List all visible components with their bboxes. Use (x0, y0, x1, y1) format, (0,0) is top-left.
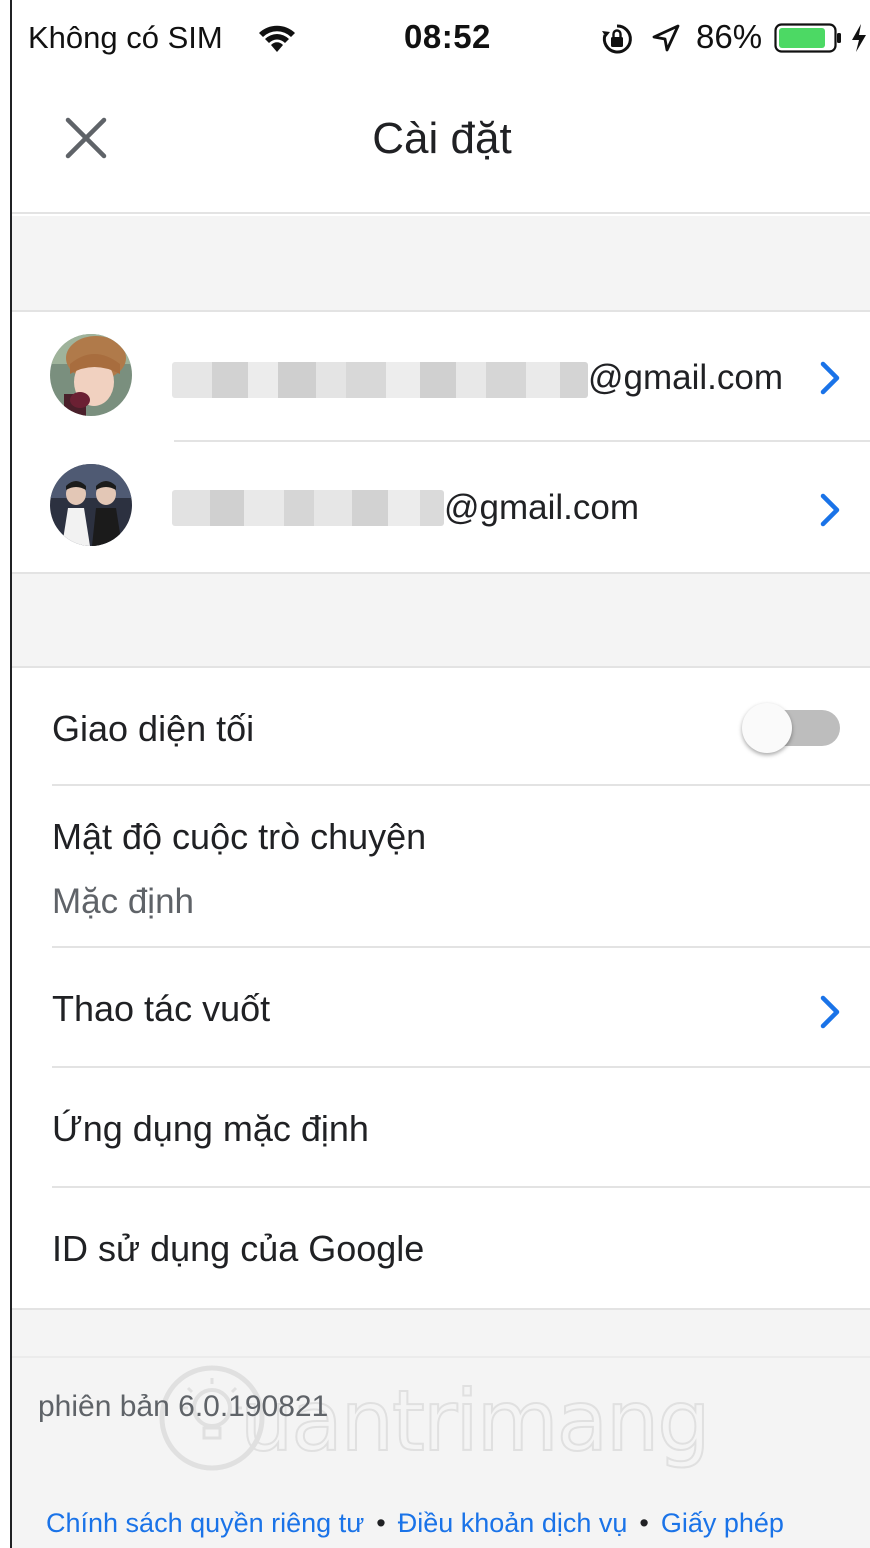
account-email: @gmail.com (444, 488, 640, 527)
setting-label: Ứng dụng mặc định (52, 1108, 369, 1149)
chevron-right-icon (820, 361, 840, 395)
setting-default-apps[interactable]: Ứng dụng mặc định (12, 1070, 870, 1188)
clock: 08:52 (404, 18, 491, 55)
footer-links: Chính sách quyền riêng tư • Điều khoản dịc… (46, 1508, 784, 1539)
divider (174, 440, 870, 442)
battery-percent: 86% (696, 18, 763, 55)
licenses-link[interactable]: Giấy phép (661, 1508, 784, 1538)
location-icon (652, 24, 680, 52)
setting-value: Mặc định (52, 882, 195, 921)
link-separator: • (639, 1508, 649, 1538)
privacy-policy-link[interactable]: Chính sách quyền riêng tư (46, 1508, 364, 1538)
status-bar: Không có SIM 08:52 86% (12, 0, 870, 80)
divider (52, 946, 870, 948)
divider (52, 1186, 870, 1188)
divider (52, 1066, 870, 1068)
avatar (50, 464, 132, 546)
battery-icon (774, 23, 841, 53)
chevron-right-icon (820, 995, 840, 1029)
setting-label: Thao tác vuốt (52, 988, 271, 1029)
account-email: @gmail.com (588, 358, 784, 397)
setting-label: ID sử dụng của Google (52, 1228, 425, 1269)
chevron-right-icon (820, 493, 840, 527)
charging-icon (852, 24, 866, 52)
link-separator: • (376, 1508, 386, 1538)
setting-label: Giao diện tối (52, 708, 255, 749)
divider (12, 1356, 870, 1358)
redacted-email-username (172, 490, 444, 526)
version-number: 6.0.190821 (178, 1390, 329, 1423)
page-title: Cài đặt (372, 114, 512, 163)
carrier-label: Không có SIM (28, 20, 223, 55)
footer: uantrimang phiên bản 6.0.190821 Chính sá… (12, 1308, 870, 1548)
version-label: phiên bản (38, 1390, 170, 1423)
dark-theme-toggle[interactable] (742, 703, 842, 753)
app-header: Cài đặt (12, 80, 870, 214)
settings-screen: Không có SIM 08:52 86% Cài đặt @gmail.co… (10, 0, 870, 1548)
redacted-email-username (172, 362, 588, 398)
toggle-knob (742, 703, 792, 753)
setting-label: Mật độ cuộc trò chuyện (52, 816, 427, 857)
rotation-lock-icon (602, 24, 632, 54)
account-item[interactable]: @gmail.com (12, 314, 870, 442)
section-spacer (12, 216, 870, 312)
section-spacer (12, 572, 870, 668)
account-item[interactable]: @gmail.com (12, 444, 870, 572)
avatar (50, 334, 132, 416)
setting-google-usage-id[interactable]: ID sử dụng của Google (12, 1190, 870, 1308)
setting-conversation-density[interactable]: Mật độ cuộc trò chuyện Mặc định (12, 788, 870, 948)
wifi-icon (259, 25, 295, 52)
setting-swipe-actions[interactable]: Thao tác vuốt (12, 950, 870, 1068)
divider (52, 784, 870, 786)
terms-of-service-link[interactable]: Điều khoản dịch vụ (398, 1508, 628, 1538)
setting-dark-theme: Giao diện tối (12, 670, 870, 786)
app-version: phiên bản 6.0.190821 (38, 1390, 328, 1424)
